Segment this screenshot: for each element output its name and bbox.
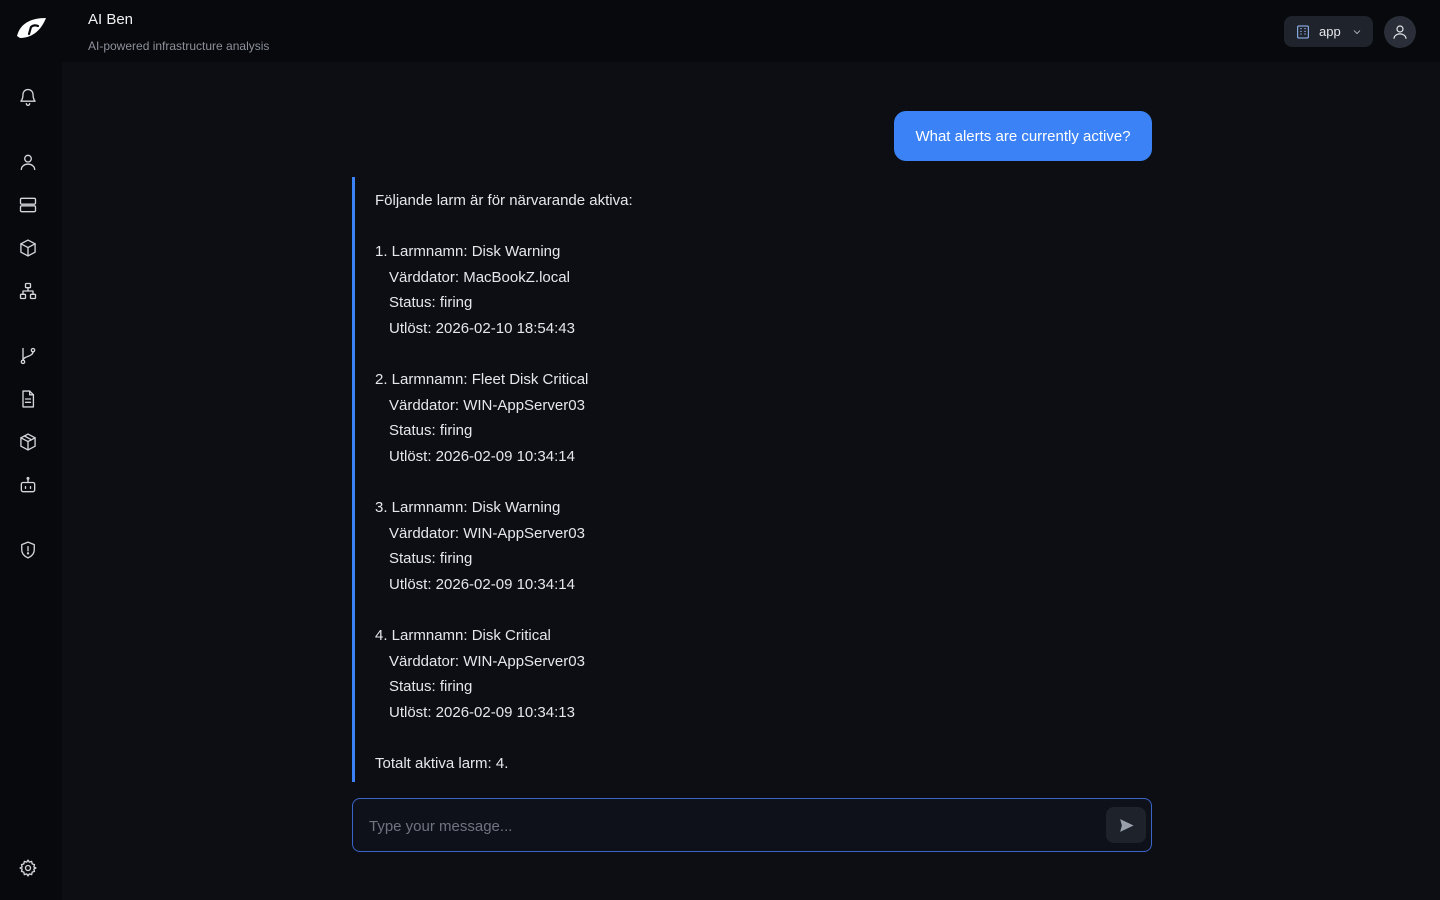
building-icon <box>1297 25 1309 38</box>
network-icon[interactable] <box>18 281 38 301</box>
send-button[interactable] <box>1106 807 1146 843</box>
user-avatar-icon <box>1393 25 1407 39</box>
avatar[interactable] <box>1384 16 1416 48</box>
server-icon[interactable] <box>18 195 38 215</box>
alert-host: Värddator: WIN-AppServer03 <box>389 396 585 414</box>
send-icon <box>1119 818 1134 832</box>
bot-icon[interactable] <box>18 475 38 495</box>
logo-icon[interactable] <box>16 16 47 40</box>
package-icon[interactable] <box>18 238 38 258</box>
alert-triggered: Utlöst: 2026-02-10 18:54:43 <box>389 319 575 337</box>
alert-name: 3. Larmnamn: Disk Warning <box>375 499 561 517</box>
message-input[interactable] <box>369 815 1089 837</box>
alert-status: Status: firing <box>389 550 473 568</box>
alert-triggered: Utlöst: 2026-02-09 10:34:13 <box>389 703 575 721</box>
alert-name: 1. Larmnamn: Disk Warning <box>375 243 561 261</box>
alert-name: 2. Larmnamn: Fleet Disk Critical <box>375 371 589 389</box>
chevron-down-icon <box>1353 29 1360 34</box>
app-subtitle: AI-powered infrastructure analysis <box>88 39 270 53</box>
alert-host: Värddator: WIN-AppServer03 <box>389 652 585 670</box>
shield-icon[interactable] <box>18 540 38 560</box>
alert-status: Status: firing <box>389 294 473 312</box>
app-title: AI Ben <box>88 11 134 28</box>
alert-triggered: Utlöst: 2026-02-09 10:34:14 <box>389 575 575 593</box>
user-message-text: What alerts are currently active? <box>915 127 1131 145</box>
alert-triggered: Utlöst: 2026-02-09 10:34:14 <box>389 447 575 465</box>
alert-host: Värddator: MacBookZ.local <box>389 268 570 286</box>
header: AI Ben AI-powered infrastructure analysi… <box>62 0 1440 62</box>
user-icon[interactable] <box>18 152 38 172</box>
git-branch-icon[interactable] <box>18 346 38 366</box>
alert-status: Status: firing <box>389 678 473 696</box>
document-icon[interactable] <box>18 389 38 409</box>
app-selector-label: app <box>1319 24 1341 39</box>
assistant-intro: Följande larm är för närvarande aktiva: <box>375 192 633 209</box>
gear-icon[interactable] <box>18 858 38 878</box>
sidebar <box>0 0 62 900</box>
bell-icon[interactable] <box>18 87 38 107</box>
alert-host: Värddator: WIN-AppServer03 <box>389 524 585 542</box>
app-selector-dropdown[interactable]: app <box>1284 16 1373 47</box>
message-input-container <box>352 798 1152 852</box>
user-message-bubble: What alerts are currently active? <box>894 111 1152 161</box>
alert-status: Status: firing <box>389 422 473 440</box>
assistant-summary: Totalt aktiva larm: 4. <box>375 755 509 773</box>
alert-name: 4. Larmnamn: Disk Critical <box>375 627 551 645</box>
box-icon[interactable] <box>18 432 38 452</box>
assistant-message: Följande larm är för närvarande aktiva: … <box>352 177 1152 782</box>
